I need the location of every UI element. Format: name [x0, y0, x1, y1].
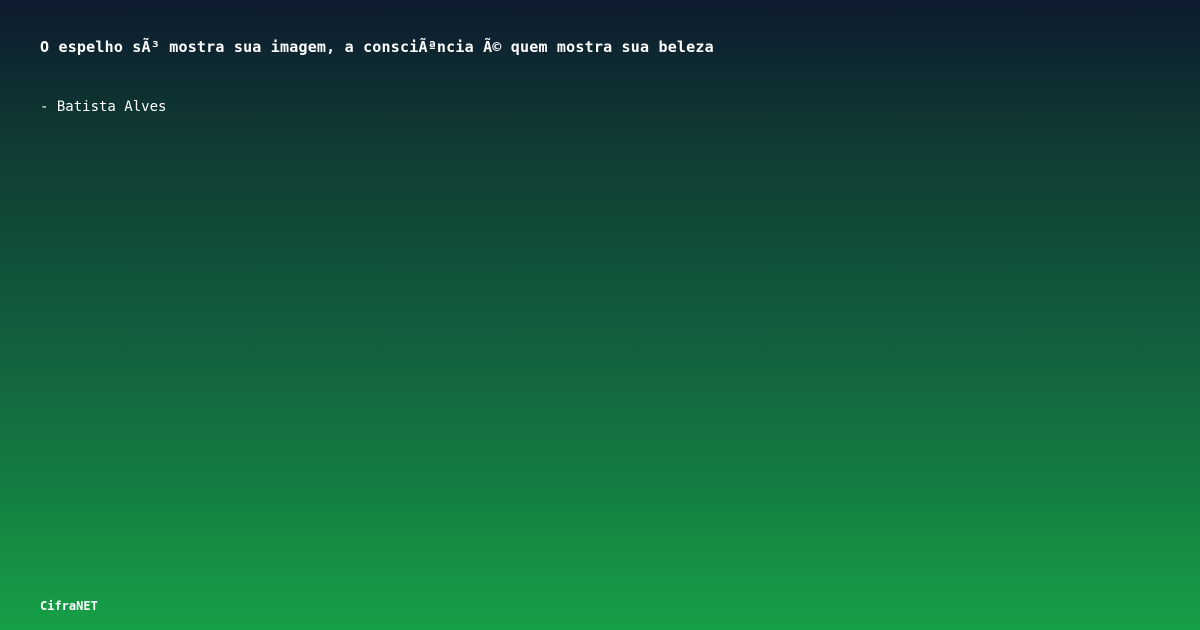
- quote-author: - Batista Alves: [40, 99, 167, 115]
- quote-text: O espelho sÃ³ mostra sua imagem, a consc…: [40, 38, 714, 56]
- brand-name: CifraNET: [40, 599, 98, 613]
